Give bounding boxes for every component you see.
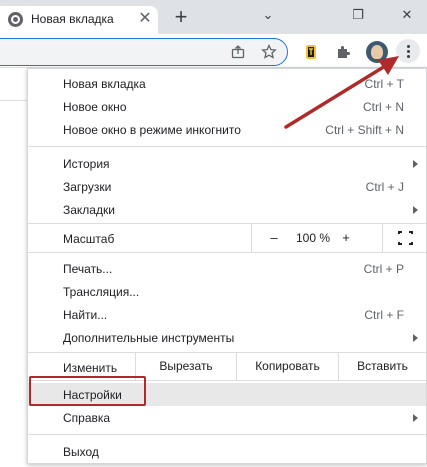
menu-separator xyxy=(28,434,426,435)
menu-item-exit[interactable]: Выход xyxy=(28,440,426,463)
page-divider xyxy=(0,100,27,101)
menu-item-find[interactable]: Найти... Ctrl + F xyxy=(28,303,426,326)
menu-item-label: Печать... xyxy=(63,262,113,276)
menu-item-print[interactable]: Печать... Ctrl + P xyxy=(28,257,426,280)
tab-close-icon[interactable]: ✕ xyxy=(135,9,155,29)
menu-item-label: Новое окно xyxy=(63,100,127,114)
menu-item-label: Загрузки xyxy=(63,180,112,194)
menu-item-label: Выход xyxy=(63,445,99,459)
menu-item-shortcut: Ctrl + N xyxy=(362,100,404,114)
menu-separator xyxy=(28,146,426,147)
menu-item-label: Новое окно в режиме инкогнито xyxy=(63,123,241,137)
menu-item-cast[interactable]: Трансляция... xyxy=(28,280,426,303)
menu-item-label: Дополнительные инструменты xyxy=(63,331,235,345)
menu-item-incognito-window[interactable]: Новое окно в режиме инкогнито Ctrl + Shi… xyxy=(28,118,426,141)
zoom-out-button[interactable]: – xyxy=(266,230,282,245)
menu-item-new-window[interactable]: Новое окно Ctrl + N xyxy=(28,95,426,118)
close-window-icon[interactable]: ✕ xyxy=(395,4,419,26)
menu-item-shortcut: Ctrl + Shift + N xyxy=(325,123,404,137)
menu-item-shortcut: Ctrl + F xyxy=(364,308,404,322)
menu-separator xyxy=(28,252,426,253)
puzzle-extensions-icon[interactable] xyxy=(334,43,352,61)
bookmark-star-icon[interactable] xyxy=(260,43,278,61)
zoom-level: 100 % xyxy=(295,231,331,245)
cut-button[interactable]: Вырезать xyxy=(135,353,236,380)
menu-item-label: Новая вкладка xyxy=(63,77,146,91)
zoom-in-button[interactable]: + xyxy=(338,230,354,245)
menu-item-bookmarks[interactable]: Закладки xyxy=(28,198,426,221)
zoom-controls: – 100 % + xyxy=(251,224,426,252)
submenu-arrow-icon xyxy=(413,414,418,422)
new-tab-button[interactable]: + xyxy=(170,5,192,29)
menu-item-shortcut: Ctrl + T xyxy=(364,77,404,91)
menu-item-label: Справка xyxy=(63,411,111,425)
tab-title: Новая вкладка xyxy=(31,12,114,26)
menu-item-history[interactable]: История xyxy=(28,152,426,175)
edit-label: Изменить xyxy=(63,361,118,375)
submenu-arrow-icon xyxy=(413,160,418,168)
settings-highlight-box xyxy=(29,376,146,406)
profile-avatar[interactable] xyxy=(366,41,388,63)
tab-new-tab[interactable]: Новая вкладка ✕ xyxy=(0,6,158,34)
tab-strip: Новая вкладка ✕ + ⌄ ❐ ✕ xyxy=(0,0,427,34)
zoom-row: Масштаб – 100 % + xyxy=(28,224,426,252)
submenu-arrow-icon xyxy=(413,334,418,342)
fullscreen-icon xyxy=(398,231,413,245)
menu-item-shortcut: Ctrl + J xyxy=(365,180,404,194)
browser-toolbar xyxy=(0,34,427,68)
more-menu-icon[interactable] xyxy=(396,39,420,63)
copy-button[interactable]: Копировать xyxy=(236,353,338,380)
menu-item-new-tab[interactable]: Новая вкладка Ctrl + T xyxy=(28,72,426,95)
menu-item-help[interactable]: Справка xyxy=(28,406,426,429)
share-icon[interactable] xyxy=(229,43,247,61)
zoom-label: Масштаб xyxy=(63,232,115,246)
extension-logo-icon[interactable] xyxy=(302,43,320,61)
menu-item-label: Закладки xyxy=(63,203,115,217)
restore-window-icon[interactable]: ❐ xyxy=(346,4,370,26)
menu-item-label: История xyxy=(63,157,110,171)
menu-item-more-tools[interactable]: Дополнительные инструменты xyxy=(28,326,426,349)
menu-item-downloads[interactable]: Загрузки Ctrl + J xyxy=(28,175,426,198)
paste-button[interactable]: Вставить xyxy=(338,353,426,380)
menu-item-shortcut: Ctrl + P xyxy=(363,262,404,276)
menu-item-label: Найти... xyxy=(63,308,108,322)
fullscreen-button[interactable] xyxy=(382,224,427,252)
chrome-favicon-icon xyxy=(8,12,23,27)
tab-search-chevron-icon[interactable]: ⌄ xyxy=(256,4,280,26)
submenu-arrow-icon xyxy=(413,206,418,214)
menu-item-label: Трансляция... xyxy=(63,285,140,299)
